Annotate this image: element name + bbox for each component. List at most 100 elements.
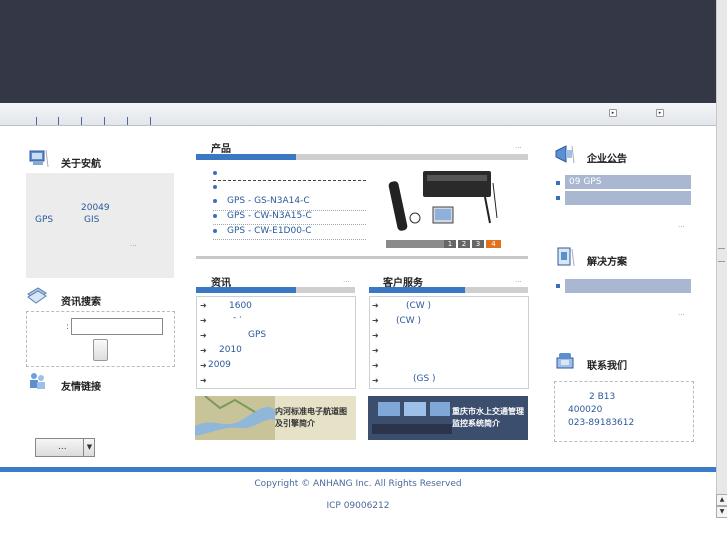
banner-traffic-monitor[interactable]: 重庆市水上交通管理 监控系统简介: [368, 396, 528, 440]
search-button[interactable]: [93, 339, 108, 361]
news-item[interactable]: 1600: [229, 301, 252, 311]
divider: [213, 239, 366, 240]
solutions-title: 解决方案: [587, 257, 627, 268]
list-bullet: [213, 229, 217, 233]
notice-item-text: 09 GPS: [569, 177, 602, 187]
product-link[interactable]: GPS - GS-N3A14-C: [227, 196, 310, 206]
arrow-icon: ➜: [372, 301, 379, 310]
products-more-link[interactable]: ...: [515, 142, 522, 150]
select-value: ...: [58, 442, 67, 452]
list-bullet: [213, 171, 217, 175]
product-image[interactable]: [385, 163, 502, 240]
search-label: :: [66, 322, 70, 332]
about-box: [26, 173, 174, 278]
scroll-grip-icon[interactable]: [718, 248, 725, 262]
banner-right-text: 重庆市水上交通管理 监控系统简介: [452, 407, 524, 428]
arrow-icon: ➜: [200, 361, 207, 370]
title-underline: [587, 162, 622, 163]
map-thumbnail-icon: [195, 396, 275, 440]
footer-copyright: Copyright © ANHANG Inc. All Rights Reser…: [254, 479, 462, 489]
arrow-icon: ➜: [200, 316, 207, 325]
divider: [213, 180, 366, 181]
news-item[interactable]: - ·: [233, 313, 242, 323]
nav-toggle-icon[interactable]: ▸: [656, 109, 664, 117]
product-link[interactable]: GPS - CW-E1D00-C: [227, 226, 311, 236]
service-more-link[interactable]: ...: [515, 276, 522, 284]
pager-page-4[interactable]: 4: [486, 240, 501, 248]
users-icon: [30, 373, 45, 389]
notice-item[interactable]: [565, 191, 691, 205]
service-list: [369, 296, 529, 389]
solution-item[interactable]: [565, 279, 691, 293]
products-title-bar: [196, 154, 528, 160]
news-list: [196, 296, 356, 389]
notice-item[interactable]: 09 GPS: [565, 175, 691, 189]
news-item[interactable]: GPS: [248, 330, 266, 340]
about-year: 20049: [81, 203, 110, 213]
arrow-icon: ➜: [372, 331, 379, 340]
list-bullet: [556, 181, 560, 185]
pager-page-3[interactable]: 3: [472, 240, 484, 248]
phone-icon: [556, 353, 574, 369]
about-title: 关于安航: [61, 159, 101, 170]
about-gps: GPS: [35, 215, 54, 225]
document-icon: [557, 247, 575, 267]
notice-more-link[interactable]: ...: [678, 221, 685, 229]
list-bullet: [213, 199, 217, 203]
search-input[interactable]: [71, 318, 163, 335]
scroll-up-icon[interactable]: ▲: [716, 494, 727, 506]
news-title-bar: [196, 287, 355, 293]
arrow-icon: ➜: [200, 301, 207, 310]
service-title-bar: [369, 287, 528, 293]
banner-left-text: 内河标准电子航道图 及引擎简介: [275, 407, 347, 428]
list-bullet: [213, 214, 217, 218]
site-header: [0, 0, 716, 103]
pager-page-1[interactable]: 1: [444, 240, 456, 248]
news-item[interactable]: 2010: [219, 345, 242, 355]
nav-toggle-icon[interactable]: ▸: [609, 109, 617, 117]
contact-title: 联系我们: [587, 361, 627, 372]
pager-track: [386, 240, 444, 248]
list-bullet: [556, 196, 560, 200]
megaphone-icon: [555, 145, 575, 164]
about-gis: GIS: [84, 215, 100, 225]
service-item[interactable]: (CW ): [396, 316, 421, 326]
news-more-link[interactable]: ...: [343, 276, 350, 284]
service-item[interactable]: (GS ): [413, 374, 436, 384]
friend-links-select[interactable]: ... ▼: [35, 438, 95, 457]
nav-separator: [36, 117, 37, 125]
banner-waterway-chart[interactable]: 内河标准电子航道图 及引擎简介: [195, 396, 356, 440]
monitor-icon: [29, 149, 49, 168]
arrow-icon: ➜: [372, 316, 379, 325]
nav-separator: [81, 117, 82, 125]
arrow-icon: ➜: [200, 376, 207, 385]
arrow-icon: ➜: [372, 376, 379, 385]
arrow-icon: ➜: [372, 361, 379, 370]
arrow-icon: ➜: [200, 331, 207, 340]
links-title: 友情链接: [61, 382, 101, 393]
contact-phone: 023-89183612: [568, 418, 635, 428]
chevron-down-icon[interactable]: ▼: [83, 439, 95, 456]
product-link[interactable]: GPS - CW-N3A15-C: [227, 211, 312, 221]
service-item[interactable]: (CW ): [406, 301, 431, 311]
contact-postcode: 400020: [568, 405, 603, 415]
arrow-icon: ➜: [372, 346, 379, 355]
list-bullet: [213, 185, 217, 189]
list-bullet: [556, 284, 560, 288]
books-icon: [27, 287, 47, 304]
news-item[interactable]: 2009: [208, 360, 231, 370]
contact-address: 2 B13: [589, 392, 616, 402]
nav-separator: [150, 117, 151, 125]
products-title: 产品: [211, 144, 231, 155]
pager-page-2[interactable]: 2: [458, 240, 470, 248]
nav-separator: [127, 117, 128, 125]
nav-separator: [58, 117, 59, 125]
search-title: 资讯搜索: [61, 297, 101, 308]
nav-separator: [104, 117, 105, 125]
scroll-down-icon[interactable]: ▼: [716, 506, 727, 518]
arrow-icon: ➜: [200, 346, 207, 355]
about-more-link[interactable]: ...: [130, 240, 137, 248]
divider: [213, 224, 366, 225]
solutions-more-link[interactable]: ...: [678, 309, 685, 317]
footer-icp[interactable]: ICP 09006212: [0, 501, 716, 511]
